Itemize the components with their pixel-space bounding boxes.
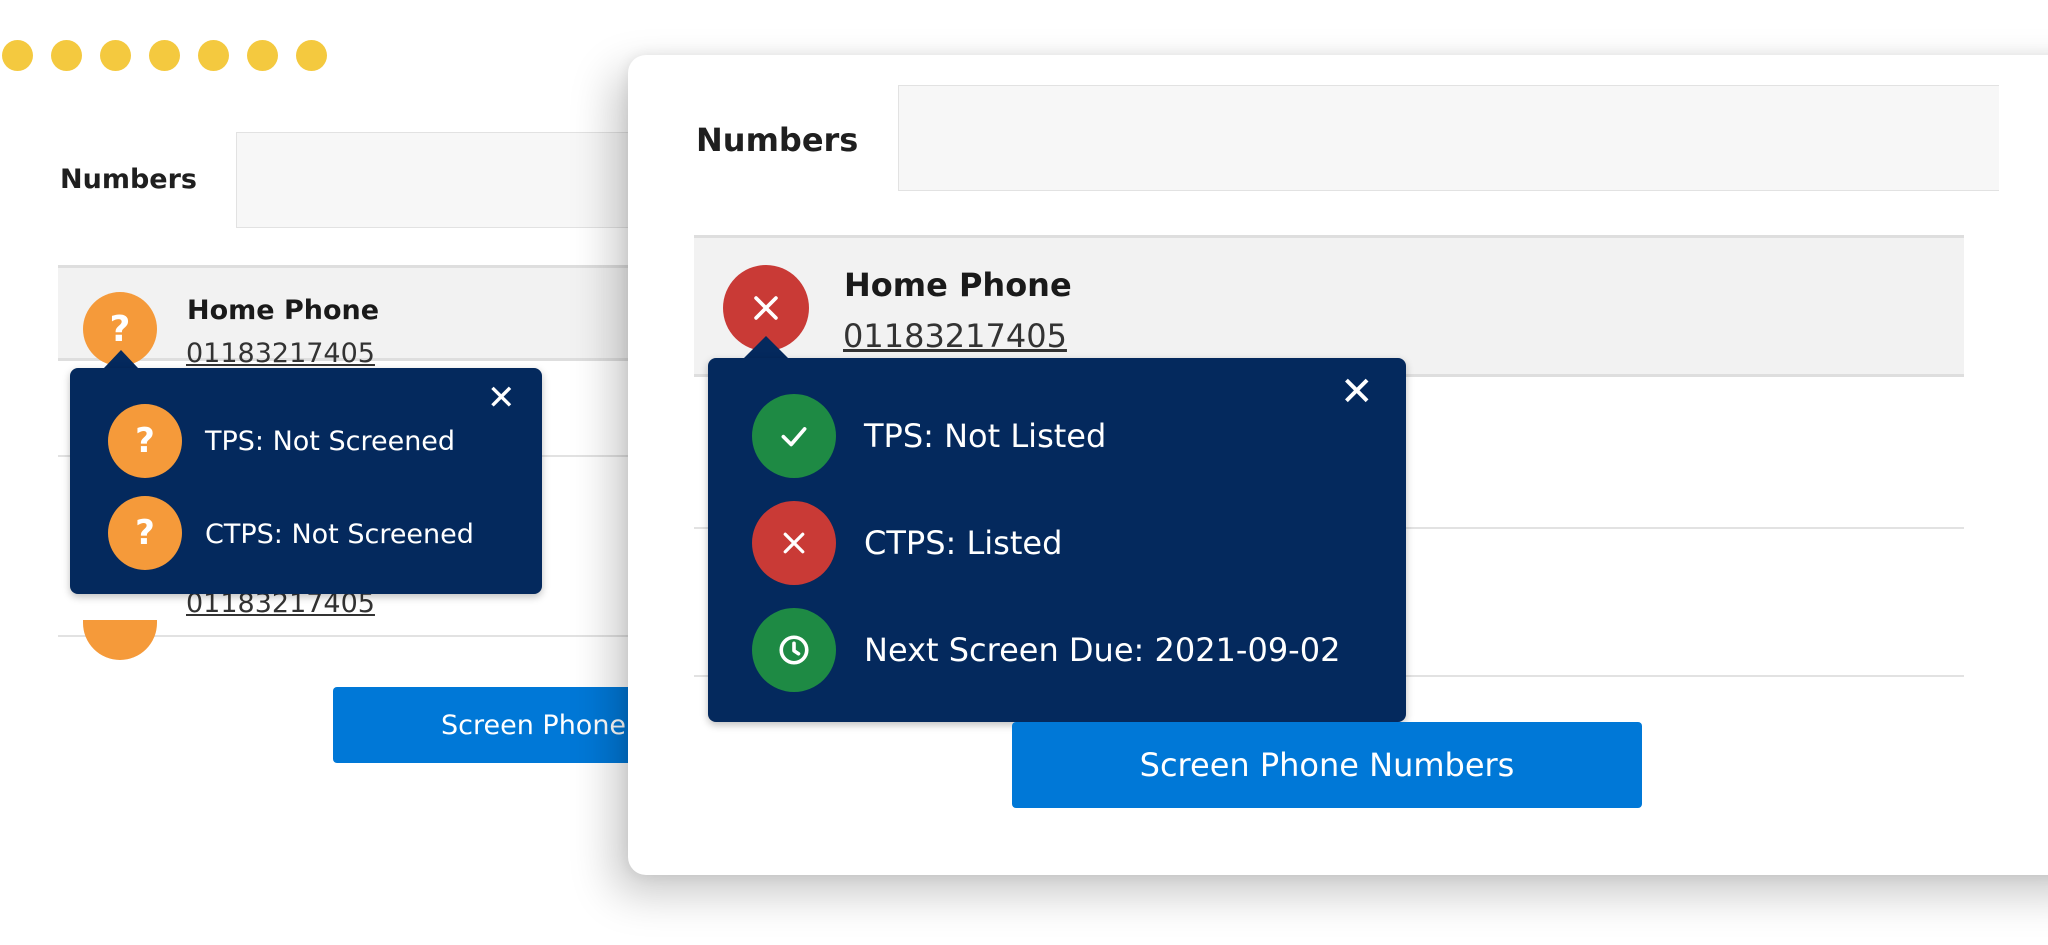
tps-status-popup: ✕ TPS: Not Listed CTPS: Listed Next Scre… <box>708 358 1406 722</box>
clock-icon <box>752 608 836 692</box>
row-number-link[interactable]: 01183217405 <box>186 338 375 369</box>
screen-phone-numbers-button[interactable]: Screen Phone Numbers <box>333 687 663 763</box>
table-row[interactable] <box>694 235 1964 377</box>
row-name: Home Phone <box>844 266 1072 304</box>
numbers-label: Numbers <box>696 121 859 159</box>
close-icon[interactable]: ✕ <box>1340 372 1374 412</box>
tps-status-text: TPS: Not Screened <box>205 426 456 457</box>
row-number-link[interactable]: 01183217405 <box>843 317 1067 355</box>
close-icon[interactable]: ✕ <box>487 381 516 415</box>
question-icon: ? <box>108 496 182 570</box>
ctps-status-text: CTPS: Not Screened <box>205 519 474 550</box>
popup-arrow <box>744 336 788 358</box>
numbers-box <box>898 85 1999 191</box>
question-icon <box>83 620 157 660</box>
screen-phone-numbers-button[interactable]: Screen Phone Numbers <box>1012 722 1642 808</box>
question-icon: ? <box>108 404 182 478</box>
tps-status-popup: ✕ ? TPS: Not Screened ? CTPS: Not Screen… <box>70 368 542 594</box>
row-name: Home Phone <box>187 295 380 326</box>
ctps-status-text: CTPS: Listed <box>864 524 1063 562</box>
popup-arrow <box>104 350 138 368</box>
numbers-label: Numbers <box>60 164 197 195</box>
front-panel: Numbers Home Phone 01183217405 ✕ TPS: No… <box>628 55 2048 875</box>
check-icon <box>752 394 836 478</box>
next-screen-due-text: Next Screen Due: 2021-09-02 <box>864 631 1341 669</box>
cross-icon <box>752 501 836 585</box>
back-panel: Numbers ? Home Phone 01183217405 0118321… <box>0 60 700 900</box>
tps-status-text: TPS: Not Listed <box>864 417 1107 455</box>
